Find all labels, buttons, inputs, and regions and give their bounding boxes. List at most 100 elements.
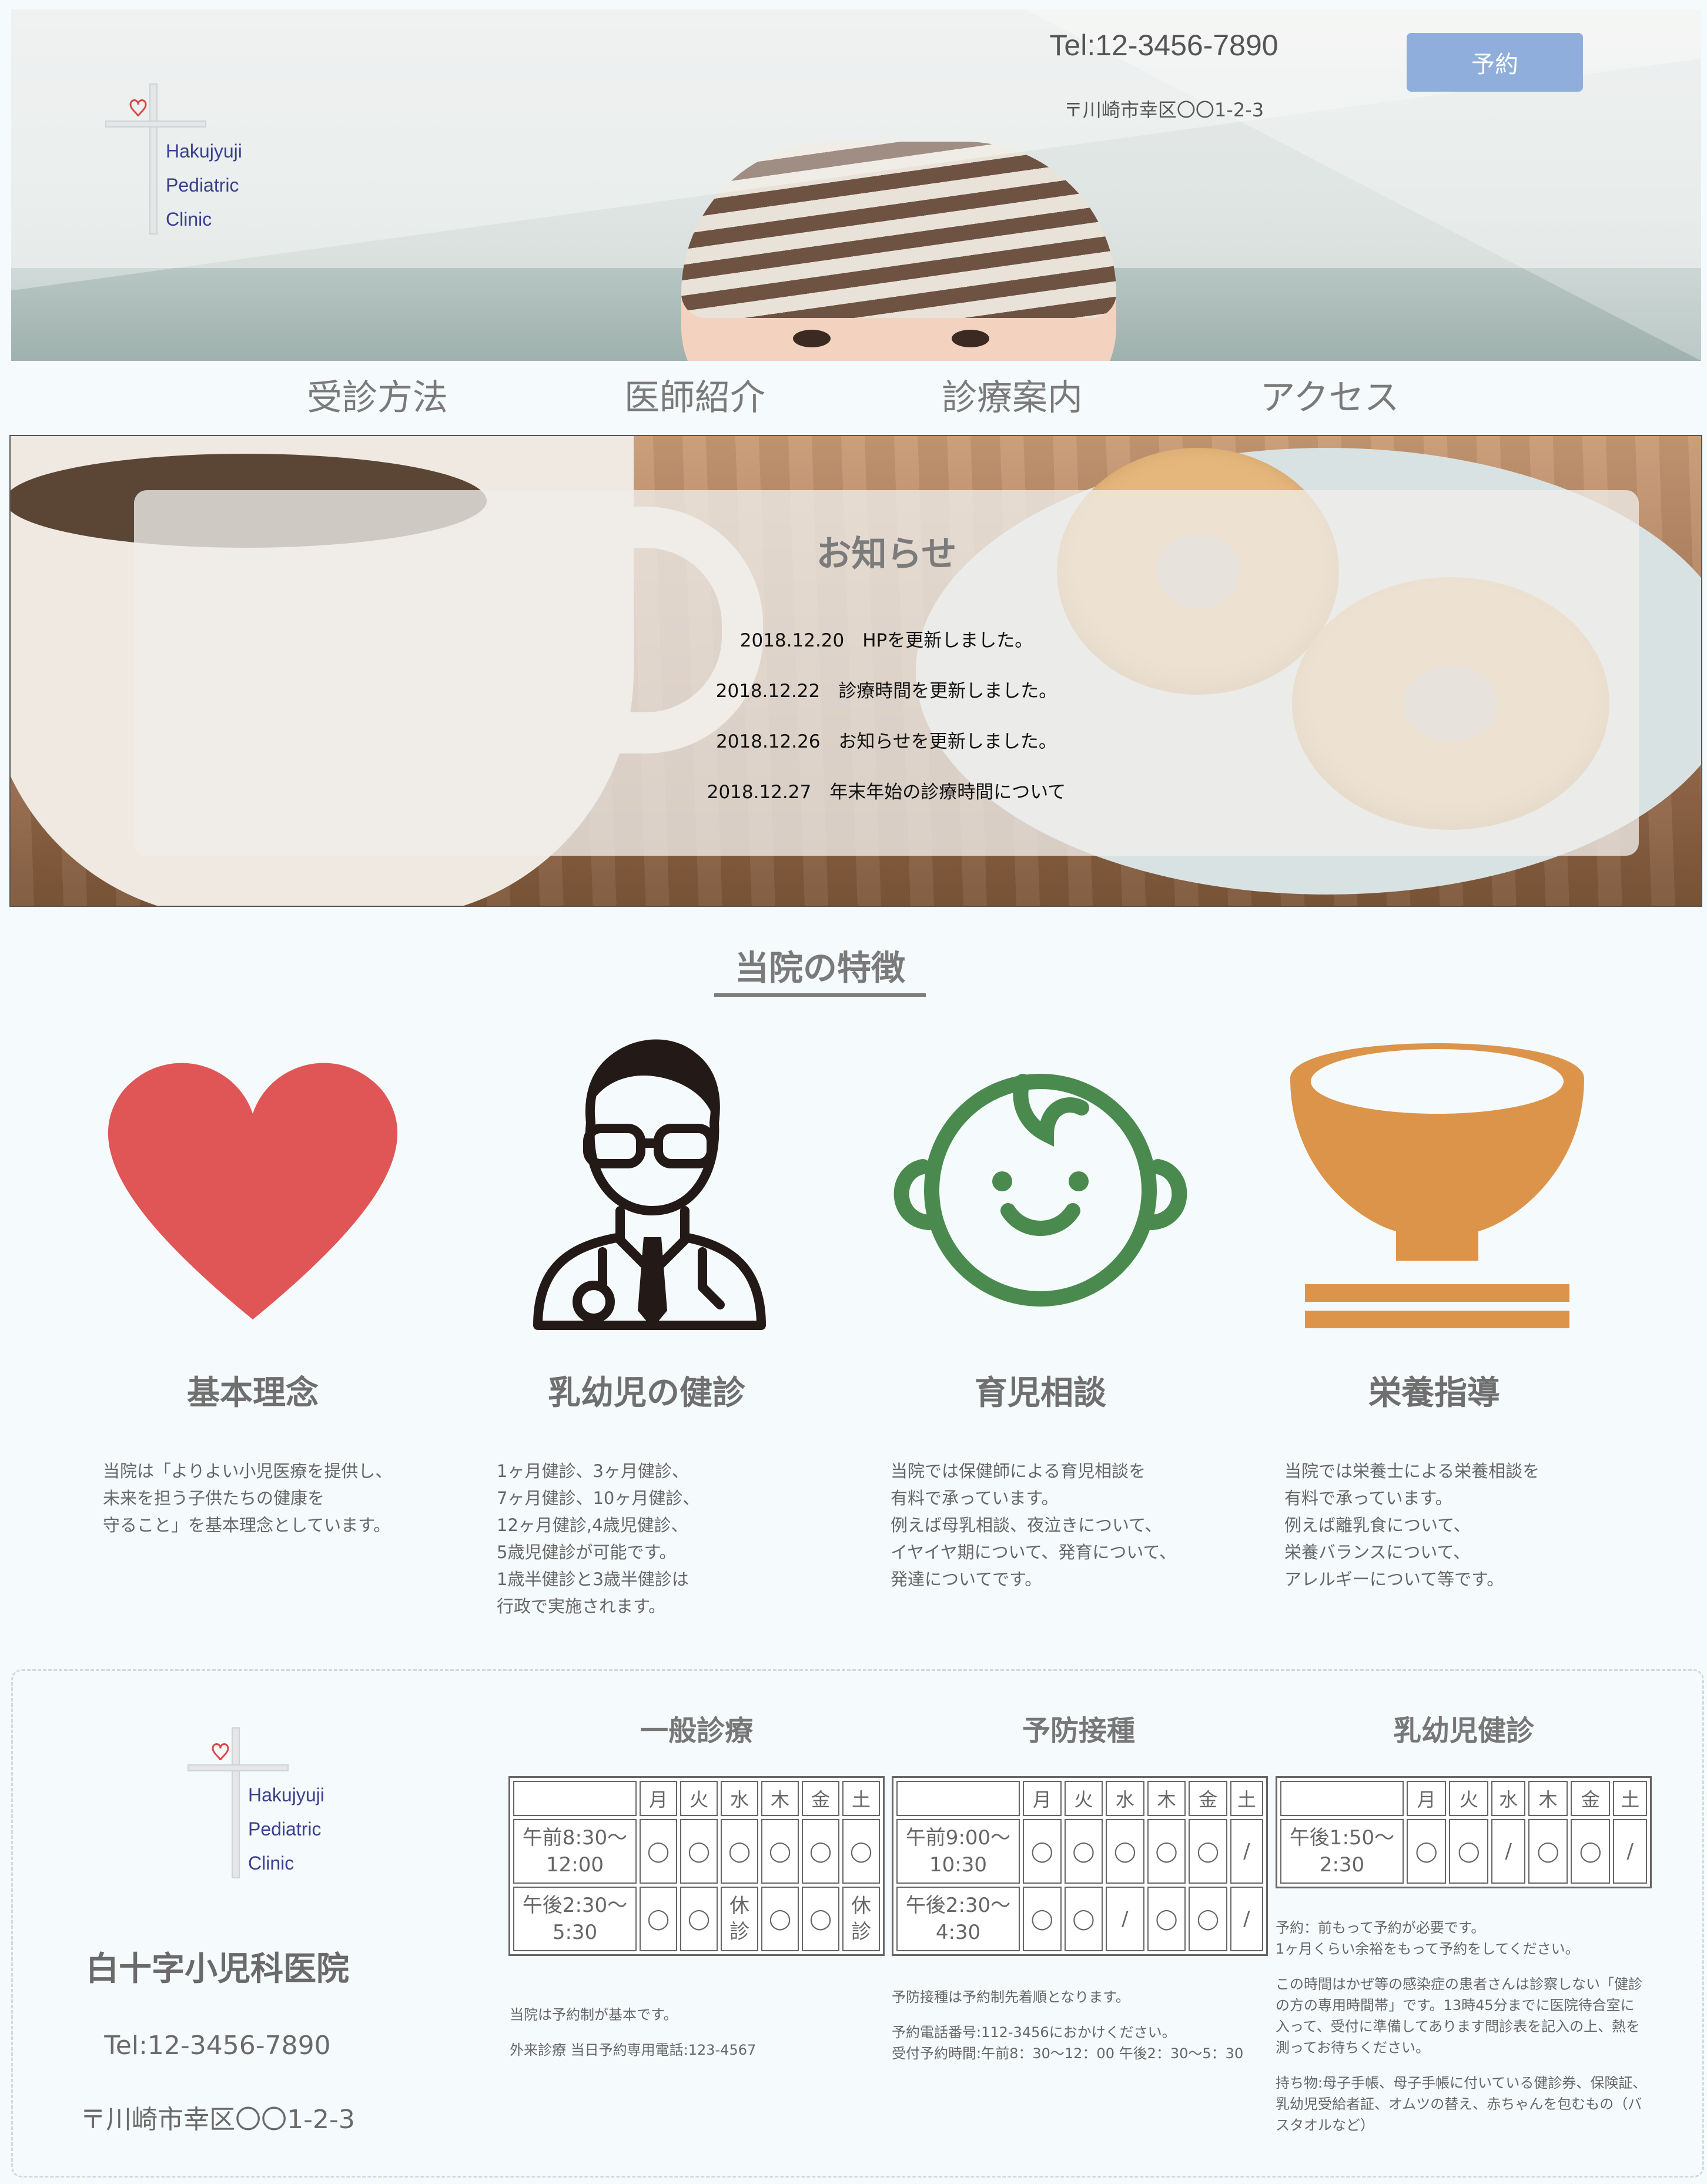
news-item[interactable]: 2018.12.20 HPを更新しました。 (134, 625, 1639, 676)
feature-text-line: 7ヶ月健診、10ヶ月健診、 (497, 1488, 700, 1508)
schedule-cell: / (1230, 1819, 1263, 1884)
schedule-cell: ◯ (640, 1819, 677, 1884)
logo-text-line-2: Pediatric (248, 1818, 322, 1840)
logo-cross-horizontal (105, 120, 206, 128)
schedule-cell: ◯ (1023, 1887, 1062, 1951)
schedule-day-header: 月 (640, 1781, 677, 1816)
schedule-time-line: 午前9:00〜 (905, 1826, 1011, 1850)
feature-text-line: 当院では保健師による育児相談を (891, 1461, 1146, 1481)
feature-text-line: 12ヶ月健診,4歳児健診、 (497, 1515, 688, 1535)
schedule-time-cell: 午前9:00〜 10:30 (896, 1819, 1020, 1884)
nav-item-services[interactable]: 診療案内 (854, 361, 1171, 435)
feature-text-line: 行政で実施されます。 (497, 1596, 666, 1616)
schedule-title-infant-checkup: 乳幼児健診 (1393, 1714, 1534, 1747)
logo-text-line-2: Pediatric (166, 175, 239, 196)
schedule-title-vaccination: 予防接種 (1022, 1714, 1135, 1747)
reserve-button[interactable]: 予約 (1407, 33, 1583, 92)
schedule-cell: ◯ (761, 1819, 799, 1884)
logo-cross-horizontal (188, 1764, 289, 1771)
nav-item-doctors[interactable]: 医師紹介 (536, 361, 854, 435)
schedule-note-line (1276, 1959, 1664, 1974)
schedule-row: 午前9:00〜 10:30 ◯ ◯ ◯ ◯ ◯ / (896, 1819, 1263, 1884)
clinic-name: 白十字小児科医院 (86, 1950, 349, 1988)
schedule-time-line: 午後2:30〜 (905, 1894, 1011, 1917)
schedule-title-general: 一般診療 (640, 1714, 753, 1747)
news-item[interactable]: 2018.12.27 年末年始の診療時間について (134, 777, 1639, 828)
schedule-note-line (892, 2008, 1268, 2022)
schedule-cell: 休 診 (842, 1887, 880, 1951)
feature-title-philosophy: 基本理念 (187, 1374, 319, 1412)
schedule-cell: ◯ (1147, 1887, 1186, 1951)
logo-text-line-3: Clinic (248, 1853, 294, 1874)
nav-item-access[interactable]: アクセス (1171, 361, 1488, 435)
feature-title-nutrition: 栄養指導 (1368, 1374, 1500, 1412)
feature-text-line: 未来を担う子供たちの健康を (103, 1488, 325, 1508)
logo-cross-vertical (149, 83, 158, 235)
main-nav: 受診方法 医師紹介 診療案内 アクセス (0, 361, 1707, 435)
schedule-cell: ◯ (802, 1819, 839, 1884)
news-item[interactable]: 2018.12.22 診療時間を更新しました。 (134, 676, 1639, 726)
footer-tel[interactable]: Tel:12-3456-7890 (59, 2031, 376, 2061)
feature-text-philosophy: 当院は「よりよい小児医療を提供し、 未来を担う子供たちの健康を 守ること」を基本… (103, 1458, 432, 1539)
nav-item-consultation[interactable]: 受診方法 (219, 361, 536, 435)
logo-heart-icon (212, 1743, 229, 1761)
schedule-day-header: 金 (1189, 1781, 1227, 1816)
schedule-cell: ◯ (1106, 1819, 1144, 1884)
schedule-day-header: 土 (1230, 1781, 1263, 1816)
schedule-row: 午前8:30〜 12:00 ◯ ◯ ◯ ◯ ◯ ◯ (513, 1819, 880, 1884)
schedule-note-line: 予約電話番号:112-3456におかけください。 (892, 2024, 1176, 2041)
schedule-header-row: 月火水木金土 (896, 1781, 1263, 1816)
schedule-cell: ◯ (1449, 1819, 1489, 1884)
schedule-note-line: 外来診療 当日予約専用電話:123-4567 (510, 2042, 757, 2058)
schedule-cell: ◯ (1407, 1819, 1447, 1884)
schedule-row: 午後1:50〜 2:30 ◯ ◯ / ◯ ◯ / (1280, 1819, 1647, 1884)
schedule-time-cell: 午後1:50〜 2:30 (1280, 1819, 1404, 1884)
schedule-cell: ◯ (842, 1819, 880, 1884)
feature-text-line: 守ること」を基本理念としています。 (103, 1515, 391, 1535)
schedule-header-row: 月火水木金土 (513, 1781, 880, 1816)
schedule-cell: ◯ (1023, 1819, 1062, 1884)
schedule-header-row: 月火水木金土 (1280, 1781, 1647, 1816)
schedule-table-general: 月火水木金土午前8:30〜 12:00 ◯ ◯ ◯ ◯ ◯ ◯ 午後2:30〜 5:30 ◯ ◯ 休 診… (508, 1776, 885, 1956)
schedule-cell: / (1491, 1819, 1525, 1884)
baby-eye-right (952, 330, 989, 347)
schedule-note-line: 予防接種は予約制先着順となります。 (892, 1989, 1130, 2005)
schedule-cell: ◯ (1189, 1819, 1227, 1884)
logo-text-line-3: Clinic (166, 209, 212, 230)
schedule-notes-general: 当院は予約制が基本です。外来診療 当日予約専用電話:123-4567 (510, 2004, 886, 2061)
schedule-cell: / (1230, 1887, 1263, 1951)
schedule-note-line (1276, 2058, 1664, 2072)
schedule-time-line: 午後1:50〜 (1289, 1826, 1395, 1850)
logo-text-line-1: Hakujyuji (248, 1784, 324, 1806)
news-list: 2018.12.20 HPを更新しました。 2018.12.22 診療時間を更新… (134, 625, 1639, 828)
schedule-time-line: 5:30 (552, 1921, 598, 1944)
schedule-header-blank (1280, 1781, 1404, 1816)
schedule-table-infant-checkup: 月火水木金土午後1:50〜 2:30 ◯ ◯ / ◯ ◯ / (1276, 1776, 1652, 1888)
feature-text-line: 当院は「よりよい小児医療を提供し、 (103, 1461, 393, 1481)
schedule-cell: ◯ (721, 1819, 758, 1884)
schedule-day-header: 土 (1613, 1781, 1647, 1816)
schedule-cell: ◯ (1064, 1819, 1103, 1884)
header-tel[interactable]: Tel:12-3456-7890 (1017, 28, 1311, 62)
schedule-day-header: 火 (1064, 1781, 1103, 1816)
schedule-notes-infant-checkup: 予約：前もって予約が必要です。 1ヶ月くらい余裕をもって予約をしてください。 この時… (1276, 1917, 1664, 2136)
features-title: 当院の特徴 (734, 948, 905, 988)
logo-heart-icon (129, 99, 147, 117)
schedule-cell: ◯ (1571, 1819, 1611, 1884)
clinic-logo[interactable]: Hakujyuji Pediatric Clinic (94, 75, 270, 252)
doctor-icon (533, 1039, 766, 1330)
feature-text-line: 有料で承っています。 (891, 1488, 1059, 1508)
schedule-day-header: 木 (1147, 1781, 1186, 1816)
schedule-day-header: 土 (842, 1781, 880, 1816)
schedule-header-blank (513, 1781, 637, 1816)
schedule-note-line (510, 2025, 886, 2039)
schedule-note-line: 入って、受付に準備してあります問診表を記入の上、熱を (1276, 2018, 1641, 2035)
baby-face-icon (893, 1074, 1187, 1307)
heart-icon (108, 1063, 398, 1319)
schedule-note-line: 当院は予約制が基本です。 (510, 2007, 678, 2023)
schedule-note-line: 1ヶ月くらい余裕をもって予約をしてください。 (1276, 1941, 1579, 1957)
news-item[interactable]: 2018.12.26 お知らせを更新しました。 (134, 726, 1639, 777)
schedule-time-cell: 午後2:30〜 4:30 (896, 1887, 1020, 1951)
schedule-cell: ◯ (802, 1887, 839, 1951)
footer-logo[interactable]: Hakujyuji Pediatric Clinic (176, 1719, 353, 1895)
